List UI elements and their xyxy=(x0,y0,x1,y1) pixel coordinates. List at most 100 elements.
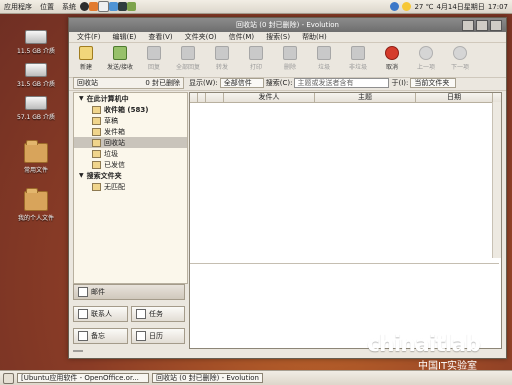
weather-icon[interactable] xyxy=(402,2,412,11)
tasks-switch-button[interactable]: 任务 xyxy=(131,306,185,322)
folder-junk[interactable]: 垃圾 xyxy=(74,148,187,159)
message-list-pane: 发件人 主题 日期 xyxy=(189,92,502,349)
menu-message[interactable]: 信件(M) xyxy=(223,32,261,42)
bottom-taskbar: [Ubuntu应用软件 - OpenOffice.or... 回收站 (0 封已… xyxy=(0,370,512,385)
column-label: 发件人 xyxy=(258,93,280,101)
drive-icon xyxy=(25,96,47,110)
expand-icon: ▼ xyxy=(79,172,84,179)
taskbar-label: [Ubuntu应用软件 - OpenOffice.or... xyxy=(21,374,139,382)
minimize-icon[interactable] xyxy=(462,20,474,31)
folder-drafts[interactable]: 草稿 xyxy=(74,115,187,126)
contacts-icon xyxy=(78,309,88,319)
chat-icon[interactable] xyxy=(109,2,118,11)
menu-help[interactable]: 帮助(H) xyxy=(296,32,333,42)
menu-search[interactable]: 搜索(S) xyxy=(260,32,296,42)
send-receive-button[interactable]: 发送/接收 xyxy=(103,45,137,71)
browser-icon[interactable] xyxy=(89,2,98,11)
maximize-icon[interactable] xyxy=(476,20,488,31)
desktop-folder-common[interactable]: 常用文件 xyxy=(10,140,62,174)
local-folders-header[interactable]: ▼ 在此计算机中 xyxy=(74,93,187,104)
bluetooth-icon[interactable] xyxy=(390,2,400,11)
taskbar-evolution[interactable]: 回收站 (0 封已删除) - Evolution xyxy=(152,373,263,383)
folder-filter-bar: 回收站 0 封已删除 显示(W): 全部信件 搜索(C): 主题或发送者含有 于… xyxy=(69,76,506,91)
evolution-window: 回收站 (0 封已删除) - Evolution 文件(F) 编辑(E) 查看(… xyxy=(68,17,507,359)
applications-menu[interactable]: 应用程序 xyxy=(0,2,36,12)
menu-edit[interactable]: 编辑(E) xyxy=(107,32,143,42)
terminal-icon[interactable] xyxy=(118,2,127,11)
desktop-icon-label: 11.5 GB 介质 xyxy=(17,48,55,55)
next-button[interactable]: 下一项 xyxy=(443,45,477,71)
switch-label: 邮件 xyxy=(91,288,105,296)
folder-label: 回收站 xyxy=(104,138,125,147)
menu-bar: 文件(F) 编辑(E) 查看(V) 文件夹(O) 信件(M) 搜索(S) 帮助(… xyxy=(69,32,506,43)
folder-trash[interactable]: 回收站 xyxy=(74,137,187,148)
contacts-switch-button[interactable]: 联系人 xyxy=(73,306,128,322)
tasks-icon xyxy=(136,309,146,319)
top-panel: 应用程序 位置 系统 27 ℃ 4月14日星期日 17:07 xyxy=(0,0,512,14)
print-button[interactable]: 打印 xyxy=(239,45,273,71)
desktop-folder-personal[interactable]: 我的个人文件 xyxy=(10,188,62,222)
delete-button[interactable]: 删除 xyxy=(273,45,307,71)
flag-column[interactable] xyxy=(190,93,198,102)
taskbar-openoffice[interactable]: [Ubuntu应用软件 - OpenOffice.or... xyxy=(17,373,149,383)
close-icon[interactable] xyxy=(490,20,502,31)
calendar-switch-button[interactable]: 日历 xyxy=(131,328,185,344)
places-menu[interactable]: 位置 xyxy=(36,2,58,12)
show-desktop-icon[interactable] xyxy=(3,372,14,384)
desktop-disk-1[interactable]: 11.5 GB 介质 xyxy=(10,30,62,55)
sent-icon xyxy=(92,160,101,169)
resize-handle-icon[interactable] xyxy=(73,349,83,353)
date-column[interactable]: 日期 xyxy=(416,93,493,102)
desktop-disk-3[interactable]: 57.1 GB 介质 xyxy=(10,96,62,121)
desktop-disk-2[interactable]: 31.5 GB 介质 xyxy=(10,63,62,88)
folder-label: 已发信 xyxy=(104,160,125,169)
folder-label: 垃圾 xyxy=(104,149,118,158)
previous-button[interactable]: 上一项 xyxy=(409,45,443,71)
mail-icon[interactable] xyxy=(98,1,109,12)
window-titlebar[interactable]: 回收站 (0 封已删除) - Evolution xyxy=(69,18,506,32)
files-icon[interactable] xyxy=(127,2,136,11)
not-junk-button[interactable]: 非垃圾 xyxy=(341,45,375,71)
search-input[interactable]: 主题或发送者含有 xyxy=(294,78,390,88)
cancel-button[interactable]: 取消 xyxy=(375,45,409,71)
forward-button[interactable]: 转发 xyxy=(205,45,239,71)
subject-column[interactable]: 主题 xyxy=(315,93,416,102)
not-junk-icon xyxy=(351,46,365,60)
junk-button[interactable]: 垃圾 xyxy=(307,45,341,71)
tool-label: 下一项 xyxy=(450,64,469,71)
scope-select[interactable]: 当前文件夹 xyxy=(410,78,457,88)
reply-button[interactable]: 回复 xyxy=(137,45,171,71)
show-select[interactable]: 全部信件 xyxy=(219,78,264,88)
attachment-column[interactable] xyxy=(198,93,206,102)
mail-switch-button[interactable]: 邮件 xyxy=(73,284,185,300)
previous-icon xyxy=(419,46,433,60)
search-folders-header[interactable]: ▼ 搜索文件夹 xyxy=(74,170,187,181)
menu-view[interactable]: 查看(V) xyxy=(142,32,178,42)
system-menu[interactable]: 系统 xyxy=(58,2,80,12)
scope-label: 于(I): xyxy=(391,79,409,87)
switch-label: 备忘 xyxy=(91,332,105,340)
folder-label: 草稿 xyxy=(104,116,118,125)
delete-icon xyxy=(283,46,297,60)
window-controls xyxy=(462,20,502,31)
message-list-scrollbar[interactable] xyxy=(492,102,501,258)
menu-folder[interactable]: 文件夹(O) xyxy=(179,32,223,42)
from-column[interactable]: 发件人 xyxy=(224,93,315,102)
reply-all-button[interactable]: 全部回复 xyxy=(171,45,205,71)
folder-outbox[interactable]: 发件箱 xyxy=(74,126,187,137)
app-launcher-icon[interactable] xyxy=(80,2,89,11)
menu-file[interactable]: 文件(F) xyxy=(71,32,107,42)
search-folder-unmatched[interactable]: 无匹配 xyxy=(74,181,187,192)
switch-label: 任务 xyxy=(149,310,163,318)
tool-label: 新建 xyxy=(79,64,92,71)
drafts-icon xyxy=(92,116,101,125)
folder-label: 收件箱 (583) xyxy=(104,105,149,114)
new-button[interactable]: 新建 xyxy=(69,45,103,71)
status-column[interactable] xyxy=(206,93,224,102)
column-label: 主题 xyxy=(358,93,372,101)
memo-switch-button[interactable]: 备忘 xyxy=(73,328,128,344)
message-list-header: 发件人 主题 日期 xyxy=(190,93,501,103)
folder-sent[interactable]: 已发信 xyxy=(74,159,187,170)
folder-inbox[interactable]: 收件箱 (583) xyxy=(74,104,187,115)
system-tray: 27 ℃ 4月14日星期日 17:07 xyxy=(390,2,512,12)
